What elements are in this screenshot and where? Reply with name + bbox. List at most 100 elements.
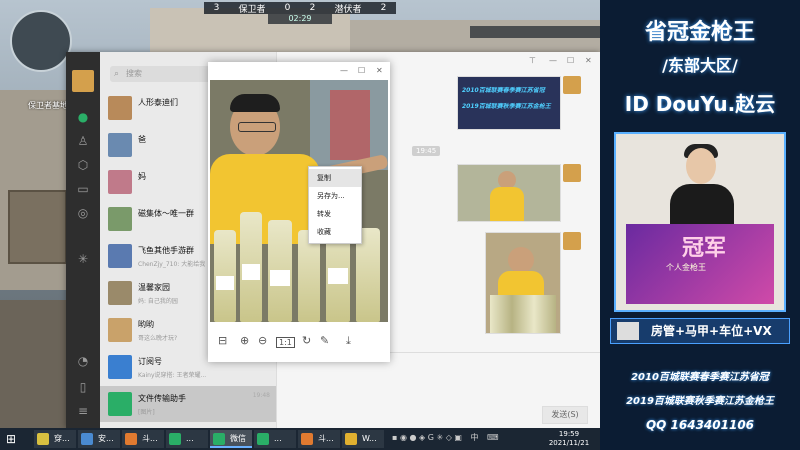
app-icon — [169, 433, 181, 445]
score-left: 0 — [284, 3, 291, 13]
clock-date: 2021/11/21 — [548, 439, 590, 447]
banner-subtitle: 个人金枪王 — [666, 263, 706, 272]
chat-avatar — [108, 355, 132, 379]
edit-icon[interactable]: ✎ — [320, 334, 329, 347]
chat-avatar — [108, 133, 132, 157]
chat-name: 订阅号 — [138, 357, 162, 366]
menu-item-favorite[interactable]: 收藏 — [309, 223, 361, 241]
weapon-status-bar — [470, 26, 600, 38]
menu-item-copy[interactable]: 复制 — [309, 169, 361, 187]
taskbar-app[interactable]: 穿... — [34, 430, 76, 448]
menu-item-forward[interactable]: 转发 — [309, 205, 361, 223]
send-button[interactable]: 发送(S) — [542, 406, 588, 424]
minimize-icon[interactable]: — — [340, 66, 348, 75]
stream-overlay: 省冠金枪王 /东部大区/ ID DouYu.赵云 冠军 个人金枪王 房管+马甲+… — [600, 0, 800, 450]
download-icon[interactable]: ⤓ — [346, 334, 351, 348]
box-icon[interactable]: ⬡ — [76, 158, 90, 172]
contacts-icon[interactable]: ♙ — [76, 134, 90, 148]
app-icon — [213, 433, 225, 445]
taskbar-app[interactable]: ... — [166, 430, 208, 448]
rotate-icon[interactable]: ↻ — [302, 334, 311, 347]
chat-preview: ChenZjy_710: 大能给我 — [138, 261, 206, 268]
close-icon[interactable]: ✕ — [376, 66, 383, 75]
chat-preview: 妈: 自己我的园 — [138, 298, 178, 305]
chat-avatar — [108, 96, 132, 120]
presenter-head — [686, 148, 716, 184]
chat-avatar — [108, 207, 132, 231]
search-placeholder: 搜索 — [126, 69, 142, 78]
app-icon — [257, 433, 269, 445]
phone-icon[interactable]: ▯ — [76, 380, 90, 394]
app-label: 安... — [98, 434, 114, 443]
app-label: ... — [274, 434, 282, 443]
clock-time: 19:59 — [558, 430, 580, 438]
maximize-icon[interactable]: ☐ — [358, 66, 365, 75]
webcam-feed: 冠军 个人金枪王 — [614, 132, 786, 312]
maximize-icon[interactable]: ☐ — [567, 56, 574, 65]
system-tray: ▪ ◉ ● ◈ G ✳ ◇ ▣ 中 ⌨ — [392, 432, 532, 446]
taskbar-app[interactable]: ... — [254, 430, 296, 448]
screenshot-icon[interactable]: ⊟ — [218, 334, 227, 347]
taskbar-app[interactable]: 斗... — [122, 430, 164, 448]
sender-avatar[interactable] — [563, 164, 581, 182]
team-left-count: 3 — [213, 3, 220, 13]
wechat-nav-rail: ● ♙ ⬡ ▭ ◎ ✳ ◔ ▯ ≡ — [66, 52, 100, 428]
settings-icon[interactable]: ◔ — [76, 354, 90, 368]
taskbar: ⊞ 穿... 安... 斗...... 微信... 斗... W... ▪ ◉ ● ◈ G… — [0, 428, 600, 450]
pin-icon[interactable]: ⊤ — [529, 56, 536, 65]
search-icon: ⌕ — [114, 69, 120, 79]
chat-name: 爸 — [138, 135, 146, 144]
moments-icon[interactable]: ◎ — [76, 206, 90, 220]
app-label: 斗... — [318, 434, 334, 443]
app-icon — [301, 433, 313, 445]
overlay-title: 省冠金枪王 — [644, 20, 755, 45]
team-left-name: 保卫者 — [238, 4, 266, 15]
score-bar: 3 保卫者 0 2 潜伏者 2 — [204, 2, 396, 15]
windows-start-icon[interactable]: ⊞ — [6, 432, 20, 446]
chat-preview: 哥这么晚才玩? — [138, 335, 178, 342]
app-label: ... — [186, 434, 194, 443]
chat-list-item[interactable]: 文件传输助手 [图片] 19:48 — [100, 386, 276, 422]
achievement-line: 2019百城联赛秋季赛江苏金枪王 — [626, 396, 774, 407]
app-icon — [345, 433, 357, 445]
user-avatar[interactable] — [72, 70, 94, 92]
round-timer: 02:29 — [268, 14, 332, 24]
sender-avatar[interactable] — [563, 76, 581, 94]
actual-size-icon[interactable]: 1:1 — [276, 337, 295, 348]
chat-preview: Kainy说穿搭: 王者荣耀... — [138, 372, 207, 379]
game-crate — [8, 190, 67, 264]
tag-icon — [617, 322, 639, 340]
chat-icon[interactable]: ● — [76, 110, 90, 124]
close-icon[interactable]: ✕ — [585, 56, 592, 65]
message-image[interactable] — [485, 232, 561, 334]
context-menu: 复制 另存为... 转发 收藏 — [308, 166, 362, 244]
message-image[interactable] — [457, 164, 561, 222]
banner-title: 冠军 — [682, 236, 727, 261]
chat-name: 哟哟 — [138, 320, 154, 329]
mini-program-icon[interactable]: ✳ — [76, 252, 90, 266]
taskbar-app[interactable]: 微信 — [210, 430, 252, 448]
zoom-out-icon[interactable]: ⊖ — [258, 334, 267, 347]
contact-qq: QQ 1643401106 — [645, 418, 755, 432]
keyboard-icon[interactable]: ⌨ — [487, 433, 499, 442]
input-language[interactable]: 中 — [471, 433, 479, 442]
chat-name: 飞鱼其他手游群 — [138, 246, 194, 255]
minimize-icon[interactable]: — — [549, 56, 557, 65]
taskbar-app[interactable]: 安... — [78, 430, 120, 448]
taskbar-app[interactable]: 斗... — [298, 430, 340, 448]
zoom-in-icon[interactable]: ⊕ — [240, 334, 249, 347]
folder-icon[interactable]: ▭ — [76, 182, 90, 196]
chat-name: 妈 — [138, 172, 146, 181]
app-label: 穿... — [54, 434, 70, 443]
menu-icon[interactable]: ≡ — [76, 404, 90, 418]
message-image[interactable]: 2010百城联赛春季赛江苏省冠 2019百城联赛秋季赛江苏金枪王 — [457, 76, 561, 130]
sender-avatar[interactable] — [563, 232, 581, 250]
chat-name: 温馨家园 — [138, 283, 170, 292]
chat-avatar — [108, 392, 132, 416]
menu-item-save-as[interactable]: 另存为... — [309, 187, 361, 205]
taskbar-clock[interactable]: 19:59 2021/11/21 — [540, 430, 598, 448]
minimap — [10, 10, 72, 72]
score-right: 2 — [309, 3, 316, 13]
tray-icons[interactable]: ▪ ◉ ● ◈ G ✳ ◇ ▣ — [392, 433, 462, 442]
taskbar-app[interactable]: W... — [342, 430, 384, 448]
